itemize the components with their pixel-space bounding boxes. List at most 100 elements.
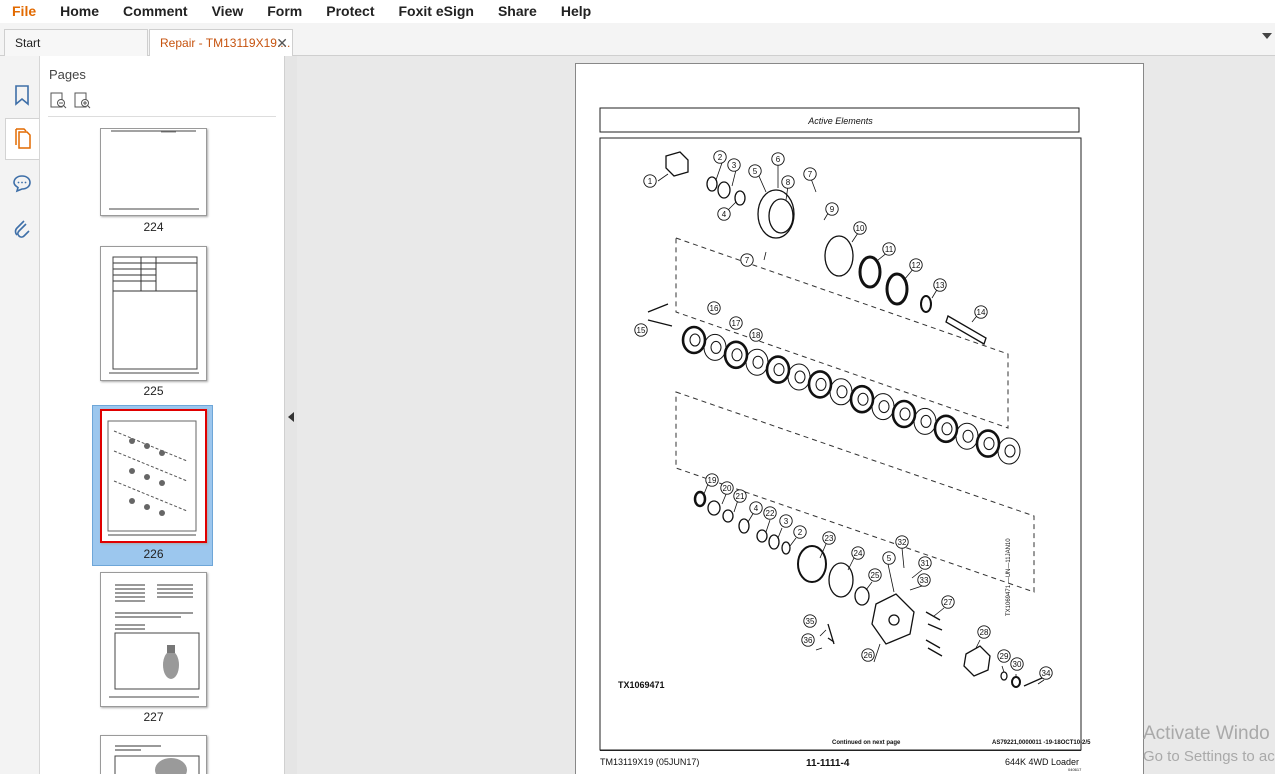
- tab-document[interactable]: Repair - TM13119X19.... ✕: [149, 29, 293, 56]
- callout-number: 3: [784, 517, 789, 526]
- menu-bar: File Home Comment View Form Protect Foxi…: [0, 0, 1275, 23]
- thumbnail-label: 226: [143, 547, 164, 561]
- callout-number: 13: [936, 281, 945, 290]
- thumbnail-preview: [109, 584, 200, 698]
- menu-home[interactable]: Home: [48, 0, 111, 23]
- callout-number: 2: [798, 528, 803, 537]
- callout-number: 4: [754, 504, 759, 513]
- callout-number: 23: [825, 534, 834, 543]
- clutch-disc: [975, 429, 1001, 458]
- clutch-disc-hole: [899, 407, 911, 421]
- page-thumbnail-selected[interactable]: [100, 409, 207, 543]
- clutch-disc: [807, 370, 833, 399]
- clutch-disc-hole: [836, 385, 848, 399]
- callout-number: 1: [648, 177, 653, 186]
- clutch-disc-hole: [815, 377, 827, 391]
- callout-number: 9: [830, 205, 835, 214]
- callout-number: 6: [776, 155, 781, 164]
- zoom-in-thumbnail-icon[interactable]: [73, 91, 91, 109]
- tab-start-label: Start: [15, 36, 41, 50]
- clutch-disc: [997, 437, 1021, 465]
- footer-right: 644K 4WD Loader: [1005, 757, 1080, 767]
- callout-number: 21: [736, 492, 745, 501]
- watermark-line1: Activate Windo: [1143, 723, 1270, 744]
- pages-panel: Pages 224 225 226 227: [40, 56, 322, 774]
- callout-number: 10: [856, 224, 865, 233]
- clutch-disc: [955, 422, 979, 450]
- clutch-disc: [871, 393, 895, 421]
- attachments-button[interactable]: [5, 208, 39, 250]
- collapse-panel-icon[interactable]: [288, 412, 294, 422]
- callout-number: 8: [786, 178, 791, 187]
- thumbnail-label: 227: [143, 710, 164, 724]
- tab-list-dropdown-icon[interactable]: [1262, 33, 1272, 39]
- callout-number: 7: [808, 170, 813, 179]
- menu-file[interactable]: File: [0, 0, 48, 23]
- callout-number: 27: [944, 598, 953, 607]
- footer-small: 040617: [1068, 767, 1082, 772]
- clutch-disc: [681, 325, 707, 355]
- pages-button[interactable]: [5, 118, 39, 160]
- callout-number: 36: [804, 636, 813, 645]
- clutch-disc: [703, 333, 727, 361]
- callout-number: 7: [745, 256, 750, 265]
- thumbnail-list: 224 225 226 227: [40, 128, 268, 774]
- thumbnail-preview: [107, 420, 197, 536]
- thumbnail-preview: [114, 745, 200, 774]
- clutch-disc-hole: [710, 340, 722, 354]
- callout-number: 34: [1042, 669, 1051, 678]
- clutch-disc-hole: [752, 355, 764, 369]
- thumbnail-label: 224: [143, 220, 164, 234]
- tab-document-label: Repair - TM13119X19....: [160, 36, 291, 50]
- zoom-out-thumbnail-icon[interactable]: [49, 91, 67, 109]
- callout-number: 24: [854, 549, 863, 558]
- menu-protect[interactable]: Protect: [314, 0, 386, 23]
- page-thumbnail[interactable]: [100, 735, 207, 774]
- clutch-disc: [787, 363, 811, 391]
- clutch-disc-hole: [920, 414, 932, 428]
- clutch-disc: [745, 348, 769, 376]
- paperclip-icon: [14, 220, 30, 238]
- bookmarks-button[interactable]: [5, 74, 39, 116]
- callout-number: 19: [708, 476, 717, 485]
- navigation-rail: [0, 56, 40, 774]
- menu-comment[interactable]: Comment: [111, 0, 200, 23]
- menu-foxit-esign[interactable]: Foxit eSign: [386, 0, 485, 23]
- callout-number: 30: [1013, 660, 1022, 669]
- page-thumbnail[interactable]: [100, 128, 207, 216]
- clutch-disc-hole: [962, 429, 974, 443]
- callout-number: 16: [710, 304, 719, 313]
- callout-number: 15: [637, 326, 646, 335]
- clutch-disc-hole: [878, 400, 890, 414]
- clutch-disc-hole: [983, 437, 995, 451]
- callout-number: 2: [718, 153, 723, 162]
- clutch-disc: [829, 378, 853, 406]
- callout-number: 5: [753, 167, 758, 176]
- thumbnail-preview: [109, 256, 199, 374]
- menu-help[interactable]: Help: [549, 0, 603, 23]
- clutch-disc-hole: [773, 363, 785, 377]
- watermark-line2: Go to Settings to ac: [1143, 748, 1275, 765]
- clutch-disc-hole: [731, 348, 743, 362]
- tab-start[interactable]: Start: [4, 29, 148, 56]
- page-thumbnail[interactable]: [100, 572, 207, 707]
- comments-button[interactable]: [5, 162, 39, 204]
- page-thumbnail[interactable]: [100, 246, 207, 381]
- callout-number: 12: [912, 261, 921, 270]
- callout-number: 25: [871, 571, 880, 580]
- bookmark-icon: [15, 85, 29, 106]
- menu-view[interactable]: View: [200, 0, 256, 23]
- callout-number: 32: [898, 538, 907, 547]
- menu-share[interactable]: Share: [486, 0, 549, 23]
- thumbnail-preview: [109, 130, 199, 210]
- tab-bar: Start Repair - TM13119X19.... ✕: [0, 23, 1275, 56]
- callout-number: 31: [921, 559, 930, 568]
- footer-left: TM13119X19 (05JUN17): [600, 757, 700, 767]
- callout-number: 14: [977, 308, 986, 317]
- close-icon[interactable]: ✕: [276, 30, 288, 56]
- document-view[interactable]: 1 2 3 4 5 6 7 8 9 10 11 12 13 14 15 16 17 18 7 19 20 21 4 22 3 2 2…: [298, 56, 1275, 774]
- clutch-disc-hole: [857, 392, 869, 406]
- panel-splitter[interactable]: [284, 56, 297, 774]
- menu-form[interactable]: Form: [255, 0, 314, 23]
- continued-text: Continued on next page: [832, 740, 901, 746]
